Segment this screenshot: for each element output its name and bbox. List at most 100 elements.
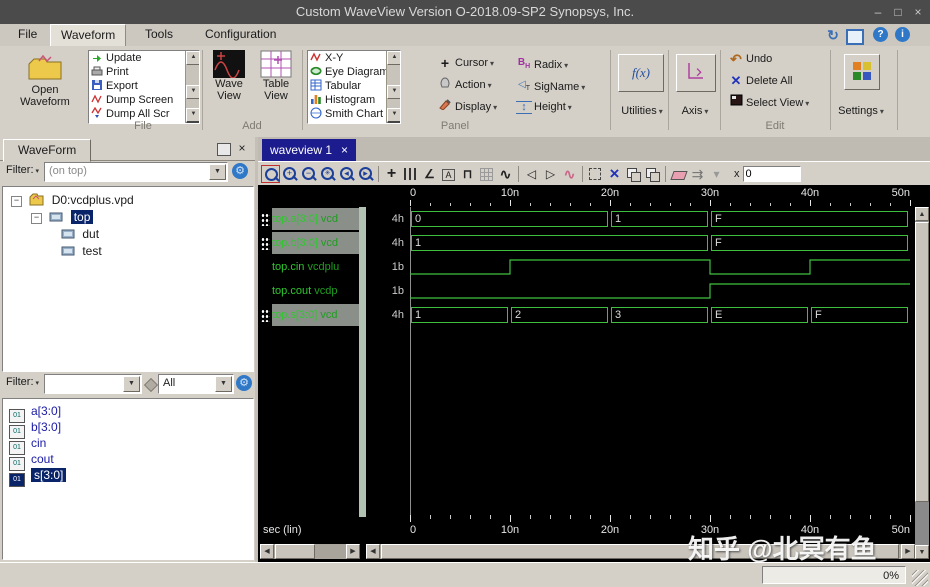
signal-trace-icon[interactable] <box>560 165 579 183</box>
select-region-icon[interactable] <box>586 165 605 183</box>
utilities-label[interactable]: Utilities <box>614 102 670 120</box>
signal-name[interactable]: top.a[3:0] vcd <box>272 208 359 230</box>
refresh-icon[interactable] <box>824 26 842 44</box>
axis-label[interactable]: Axis <box>672 102 718 120</box>
tree-item-top[interactable]: top <box>31 209 94 225</box>
tree-item-dut[interactable]: dut <box>61 226 99 242</box>
apply-icon[interactable] <box>688 165 707 183</box>
signal-trace[interactable]: 1F <box>410 231 915 255</box>
signal-trace[interactable]: 01F <box>410 207 915 231</box>
annotation-icon[interactable] <box>439 165 458 183</box>
float-panel-icon[interactable] <box>217 143 231 156</box>
collapse-icon[interactable] <box>31 213 42 224</box>
list-item-cin[interactable]: cin <box>9 435 46 455</box>
chevron-down-icon[interactable]: ▼ <box>123 376 140 392</box>
scrollbar-thumb[interactable] <box>275 544 315 559</box>
axis-button[interactable] <box>676 54 716 92</box>
pin-icon[interactable] <box>143 377 159 393</box>
scroll-right-icon[interactable]: ▶ <box>346 544 360 559</box>
wave-row[interactable]: top.cout vcdp 1b <box>258 279 915 303</box>
signal-trace[interactable] <box>410 255 915 279</box>
file-action-update[interactable]: Update <box>89 51 199 65</box>
view-list-scrollbar[interactable]: ▲ ▼ ▼ <box>386 51 400 123</box>
delete-all-button[interactable]: ✕ Delete All <box>728 72 793 90</box>
grid-icon[interactable] <box>477 164 496 183</box>
add-table-view-button[interactable]: Table View <box>253 50 299 118</box>
file-action-export[interactable]: Export <box>89 79 199 93</box>
signal-name[interactable]: top.s[3:0] vcd <box>272 304 359 326</box>
logic-pulse-icon[interactable] <box>458 165 477 183</box>
collapse-icon[interactable] <box>11 196 22 207</box>
close-button[interactable]: × <box>910 4 926 20</box>
filter-label[interactable]: Filter: <box>6 164 39 176</box>
chevron-down-icon[interactable]: ▼ <box>209 164 226 180</box>
signame-dropdown[interactable]: ◁T SigName <box>516 76 585 94</box>
add-cursor-icon[interactable] <box>382 165 401 183</box>
next-edge-icon[interactable] <box>541 165 560 183</box>
drag-handle-icon[interactable] <box>261 309 270 322</box>
action-dropdown[interactable]: Action <box>437 76 492 94</box>
previous-edge-icon[interactable] <box>522 165 541 183</box>
zoom-fit-icon[interactable] <box>318 165 337 183</box>
chevron-down-icon[interactable]: ▼ <box>215 376 232 392</box>
help-icon[interactable]: ? <box>873 27 888 42</box>
signal-trace[interactable] <box>410 279 915 303</box>
zoom-out-icon[interactable] <box>299 165 318 183</box>
drag-handle-icon[interactable] <box>261 213 270 226</box>
signal-name[interactable]: top.cout vcdp <box>272 280 359 302</box>
radix-dropdown[interactable]: BH Radix <box>516 54 568 72</box>
tree-item-root[interactable]: D0:vcdplus.vpd <box>11 192 134 208</box>
zoom-previous-icon[interactable] <box>337 165 356 183</box>
delete-signal-icon[interactable] <box>605 165 624 183</box>
scroll-down-icon[interactable]: ▼ <box>186 85 199 99</box>
vertical-scrollbar[interactable]: ▲ ▼ <box>915 207 929 559</box>
wave-row[interactable]: top.cin vcdplu 1b <box>258 255 915 279</box>
scroll-left-icon[interactable]: ◀ <box>366 544 380 559</box>
hierarchy-filter-combo[interactable]: (on top) ▼ <box>44 162 228 182</box>
utilities-button[interactable]: f(x) <box>618 54 664 92</box>
copy-back-icon[interactable] <box>643 165 662 183</box>
resize-grip[interactable] <box>912 570 928 586</box>
cursor-dropdown[interactable]: + Cursor <box>437 54 494 72</box>
signal-scope-combo[interactable]: All ▼ <box>158 374 234 394</box>
window-layout-icon[interactable] <box>846 29 864 45</box>
scrollbar-thumb[interactable] <box>915 222 929 502</box>
open-waveform-button[interactable]: Open Waveform <box>8 52 82 130</box>
signal-name[interactable]: top.b[3:0] vcd <box>272 232 359 254</box>
wave-row[interactable]: top.a[3:0] vcd 4h 0 1 F <box>258 207 915 231</box>
settings-button[interactable] <box>844 54 880 90</box>
filter-label[interactable]: Filter: <box>6 376 39 388</box>
info-icon[interactable]: i <box>895 27 910 42</box>
file-action-dump-screen[interactable]: Dump Screen <box>89 93 199 107</box>
drag-handle-icon[interactable] <box>261 237 270 250</box>
waveform-canvas[interactable]: 0 10n 20n 30n 40n 50n top.a[3:0] vcd 4h 0 1 Ftop.… <box>258 185 930 562</box>
file-action-dump-all[interactable]: Dump All Scr <box>89 106 199 121</box>
zoom-in-icon[interactable] <box>280 165 299 183</box>
scroll-up-icon[interactable]: ▲ <box>915 207 929 221</box>
scroll-down-icon[interactable]: ▼ <box>915 545 929 559</box>
wave-row[interactable]: top.b[3:0] vcd 4h 1 F <box>258 231 915 255</box>
undo-button[interactable]: ↶ Undo <box>728 50 772 68</box>
file-action-print[interactable]: Print <box>89 65 199 79</box>
more-options-icon[interactable] <box>707 165 726 183</box>
wave-row[interactable]: top.s[3:0] vcd 4h 1 2 3 E F <box>258 303 915 327</box>
analog-wave-icon[interactable] <box>496 165 515 183</box>
signal-trace[interactable]: 123EF <box>410 303 915 327</box>
add-wave-view-button[interactable]: Wave View <box>206 50 252 118</box>
tab-waveform[interactable]: WaveForm <box>3 139 92 162</box>
scroll-down-icon[interactable]: ▼ <box>387 85 400 99</box>
menu-waveform[interactable]: Waveform <box>50 24 127 46</box>
minimize-button[interactable]: – <box>870 4 886 20</box>
menu-configuration[interactable]: Configuration <box>195 24 286 45</box>
list-item-cout[interactable]: cout <box>9 451 54 471</box>
zoom-select-icon[interactable] <box>261 164 280 183</box>
tab-waveview-1[interactable]: waveview 1 × <box>262 139 357 161</box>
settings-label[interactable]: Settings <box>832 102 890 120</box>
signal-name[interactable]: top.cin vcdplu <box>272 256 359 278</box>
menu-tools[interactable]: Tools <box>135 24 183 45</box>
vertical-bars-icon[interactable] <box>401 164 420 183</box>
scroll-left-icon[interactable]: ◀ <box>260 544 274 559</box>
tree-item-test[interactable]: test <box>61 243 102 259</box>
gear-icon[interactable] <box>232 163 248 179</box>
eraser-icon[interactable] <box>669 165 688 183</box>
